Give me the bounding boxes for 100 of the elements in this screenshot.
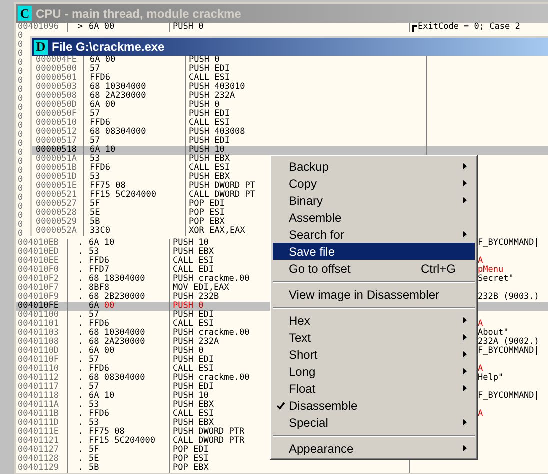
address-cell-text: 0 — [18, 194, 24, 203]
address-cell[interactable]: 0040111E — [16, 428, 68, 437]
hex-bytes: 6A 10 — [84, 146, 186, 155]
address-cell[interactable]: 00401129 — [16, 464, 68, 473]
hex-bytes: 6A 00 — [89, 23, 115, 32]
address-cell[interactable]: 0000051A — [32, 155, 84, 164]
instruction-cell: PUSH 403010 — [186, 83, 427, 92]
hex-bytes: 68 2A230000 — [89, 338, 146, 347]
hex-bytes: 5E — [84, 209, 186, 218]
address-cell[interactable]: 0040111B — [16, 410, 68, 419]
comment-cell: A — [478, 365, 484, 374]
hex-bytes: 68 2A230000 — [84, 92, 186, 101]
hex-bytes: 5B — [89, 464, 100, 473]
address-cell[interactable]: 004010EB — [16, 239, 68, 248]
hex-bytes: 57 — [89, 356, 100, 365]
address-cell-text: 0 — [18, 59, 24, 68]
address-cell[interactable]: 0040111A — [16, 401, 68, 410]
hex-bytes: 53 — [89, 248, 100, 257]
address-cell[interactable]: 00401127 — [16, 446, 68, 455]
address-cell[interactable]: 00401101 — [16, 320, 68, 329]
address-cell[interactable]: 00000528 — [32, 209, 84, 218]
row-marker: . — [78, 419, 84, 428]
address-cell[interactable]: 00000512 — [32, 128, 84, 137]
menu-item[interactable]: Save file — [273, 243, 475, 260]
address-cell[interactable]: 00000500 — [32, 65, 84, 74]
row-marker: . — [78, 284, 84, 293]
address-cell-text: 0 — [18, 41, 24, 50]
row-marker: . — [78, 464, 84, 473]
comment-cell: F_BYCOMMAND| — [478, 392, 540, 401]
hex-bytes: FF15 5C204000 — [89, 437, 156, 446]
address-cell[interactable]: 00401110 — [16, 365, 68, 374]
instruction-cell: PUSH 403008 — [186, 128, 427, 137]
row-marker: . — [78, 266, 84, 275]
address-cell[interactable]: 0040111D — [16, 419, 68, 428]
address-cell[interactable]: 004010F2 — [16, 275, 68, 284]
address-cell[interactable]: 004010EE — [16, 257, 68, 266]
hex-bytes: 33C0 — [84, 227, 186, 236]
address-cell[interactable]: 004010FE — [16, 302, 68, 311]
address-cell[interactable]: 0040110F — [16, 356, 68, 365]
comment-cell: A — [478, 257, 484, 266]
hex-bytes: 6A 10 — [89, 392, 115, 401]
address-cell[interactable]: 004010F0 — [16, 266, 68, 275]
hex-bytes: 6A — [89, 302, 100, 311]
row-marker: . — [78, 455, 84, 464]
hex-bytes: 53 — [89, 419, 100, 428]
address-cell[interactable]: 00401117 — [16, 383, 68, 392]
address-cell[interactable]: 00000508 — [32, 92, 84, 101]
address-cell[interactable]: 00401103 — [16, 329, 68, 338]
address-cell[interactable]: 00401108 — [16, 338, 68, 347]
address-cell[interactable]: 00000501 — [32, 74, 84, 83]
hex-bytes: 6A 00 — [84, 56, 186, 65]
address-cell[interactable]: 00401128 — [16, 455, 68, 464]
address-cell[interactable]: 0000051B — [32, 164, 84, 173]
address-cell[interactable]: 0000050D — [32, 101, 84, 110]
address-cell-text: 0 — [18, 86, 24, 95]
comment-cell: pMenu — [478, 266, 504, 275]
comment-cell: A — [478, 410, 484, 419]
row-marker: . — [78, 275, 84, 284]
hex-bytes: 68 10304000 — [84, 83, 186, 92]
comment-cell: A — [478, 320, 484, 329]
address-cell[interactable]: 00401121 — [16, 437, 68, 446]
address-cell[interactable]: 00000527 — [32, 200, 84, 209]
comment-cell: Help" — [478, 374, 504, 383]
address-cell-text: 0 — [18, 50, 24, 59]
address-cell[interactable]: 0000051E — [32, 182, 84, 191]
row-marker: . — [78, 320, 84, 329]
hex-bytes: 68 08304000 — [89, 374, 146, 383]
hex-bytes: FFD7 — [89, 266, 110, 275]
instruction-cell: PUSH 232A — [186, 92, 427, 101]
row-marker: . — [78, 293, 84, 302]
address-cell-text: 0 — [18, 104, 24, 113]
address-cell[interactable]: 00000518 — [32, 146, 84, 155]
hex-bytes: 5E — [89, 455, 100, 464]
row-marker: > — [78, 23, 84, 32]
hex-bytes: FFD6 — [89, 257, 110, 266]
address-cell-text: 0 — [18, 221, 24, 230]
address-cell[interactable]: 00000521 — [32, 191, 84, 200]
address-cell-text: 0 — [18, 140, 24, 149]
address-cell-text: 0 — [18, 131, 24, 140]
address-cell[interactable]: 0000051D — [32, 173, 84, 182]
hex-bytes: FFD6 — [84, 74, 186, 83]
hex-bytes: FFD6 — [89, 410, 110, 419]
address-cell[interactable]: 004010F7 — [16, 284, 68, 293]
comment-cell: 232A (9002.) — [478, 338, 540, 347]
address-cell[interactable]: 00000510 — [32, 119, 84, 128]
address-cell[interactable]: 00000503 — [32, 83, 84, 92]
address-cell[interactable]: 0000050F — [32, 110, 84, 119]
address-cell-text: 0 — [18, 167, 24, 176]
address-cell[interactable]: 00000529 — [32, 218, 84, 227]
address-cell[interactable]: 0000052A — [32, 227, 84, 236]
comment-cell: 232B (9003.) — [478, 293, 540, 302]
address-cell[interactable]: 00401112 — [16, 374, 68, 383]
hex-bytes: FFD6 — [84, 119, 186, 128]
hex-bytes: 5F — [84, 200, 186, 209]
address-cell[interactable]: 004010ED — [16, 248, 68, 257]
address-cell[interactable]: 00401100 — [16, 311, 68, 320]
instruction-cell: PUSH 0 — [186, 101, 427, 110]
address-cell[interactable]: 00401118 — [16, 392, 68, 401]
address-cell[interactable]: 0040110D — [16, 347, 68, 356]
address-cell[interactable]: 000004FE — [32, 56, 84, 65]
